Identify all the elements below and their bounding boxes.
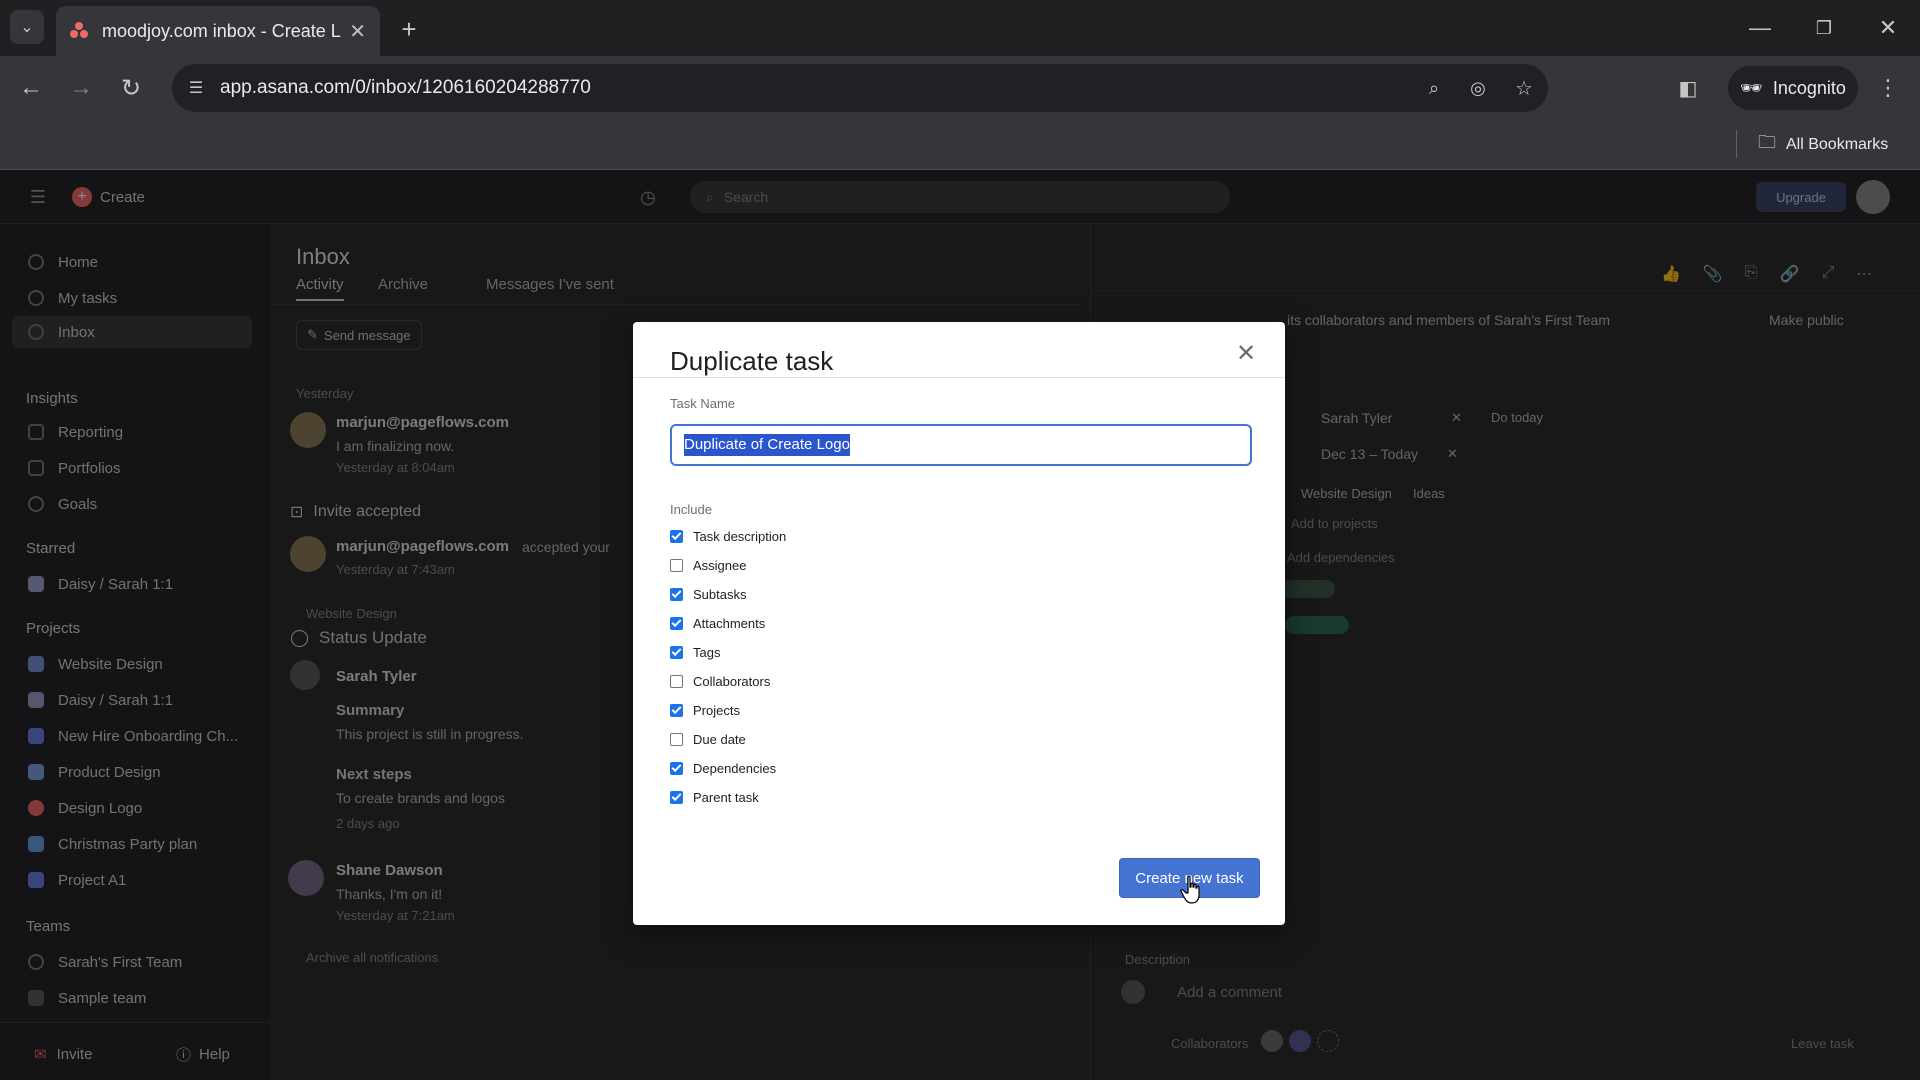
checkbox[interactable] <box>670 587 683 601</box>
url-text: app.asana.com/0/inbox/1206160204288770 <box>220 77 591 98</box>
restore-window-icon[interactable]: ❐ <box>1804 12 1844 44</box>
tracking-protection-icon[interactable]: ◎ <box>1466 76 1490 100</box>
bookmarks-bar: 🗀 All Bookmarks <box>0 120 1920 170</box>
address-bar[interactable]: ☰ app.asana.com/0/inbox/1206160204288770… <box>172 64 1548 112</box>
duplicate-task-dialog: Duplicate task ✕ Task Name Duplicate of … <box>633 322 1285 925</box>
option-parent-task[interactable]: Parent task <box>670 787 759 807</box>
task-name-label: Task Name <box>670 396 736 411</box>
dialog-divider <box>633 377 1285 378</box>
close-window-icon[interactable]: ✕ <box>1868 12 1908 44</box>
checkbox[interactable] <box>670 674 683 688</box>
checkbox[interactable] <box>670 616 683 630</box>
new-tab-button[interactable]: + <box>392 12 426 46</box>
mouse-pointer-icon <box>1180 875 1200 904</box>
incognito-badge[interactable]: 🕶 Incognito <box>1728 66 1858 110</box>
option-attachments[interactable]: Attachments <box>670 613 765 633</box>
checkbox[interactable] <box>670 529 683 543</box>
checkbox[interactable] <box>670 790 683 804</box>
dialog-title: Duplicate task <box>670 346 834 376</box>
minimize-icon[interactable]: — <box>1740 12 1780 44</box>
tab-close-icon[interactable]: ✕ <box>349 19 366 44</box>
option-collaborators[interactable]: Collaborators <box>670 671 770 691</box>
all-bookmarks-label: All Bookmarks <box>1786 136 1889 153</box>
include-label: Include <box>670 502 712 517</box>
checkbox[interactable] <box>670 558 683 572</box>
close-icon[interactable]: ✕ <box>1233 340 1259 367</box>
option-label: Dependencies <box>693 760 777 776</box>
option-label: Parent task <box>693 789 759 805</box>
option-due-date[interactable]: Due date <box>670 729 746 749</box>
bookmark-star-icon[interactable]: ☆ <box>1512 76 1536 100</box>
bookmarks-divider <box>1736 130 1737 158</box>
back-icon[interactable]: ← <box>12 68 50 108</box>
side-panel-icon[interactable]: ◧ <box>1670 70 1706 106</box>
folder-icon: 🗀 <box>1758 132 1776 152</box>
option-task-description[interactable]: Task description <box>670 526 786 546</box>
site-settings-icon[interactable]: ☰ <box>184 76 208 100</box>
option-label: Task description <box>693 528 787 544</box>
option-label: Projects <box>693 702 740 718</box>
checkbox[interactable] <box>670 645 683 659</box>
option-label: Collaborators <box>693 673 771 689</box>
option-label: Due date <box>693 731 746 747</box>
option-label: Assignee <box>693 557 747 573</box>
option-tags[interactable]: Tags <box>670 642 720 662</box>
checkbox[interactable] <box>670 703 683 717</box>
browser-tab-active[interactable]: moodjoy.com inbox - Create Lo ✕ <box>56 6 380 56</box>
reload-icon[interactable]: ↻ <box>112 68 150 108</box>
browser-menu-icon[interactable]: ⋮ <box>1872 70 1904 106</box>
incognito-label: Incognito <box>1772 77 1846 98</box>
option-label: Subtasks <box>693 586 747 602</box>
incognito-icon: 🕶 <box>1740 77 1763 98</box>
option-dependencies[interactable]: Dependencies <box>670 758 776 778</box>
option-assignee[interactable]: Assignee <box>670 555 746 575</box>
option-subtasks[interactable]: Subtasks <box>670 584 746 604</box>
option-projects[interactable]: Projects <box>670 700 740 720</box>
forward-icon[interactable]: → <box>62 68 100 108</box>
task-name-input[interactable]: Duplicate of Create Logo <box>670 424 1252 466</box>
checkbox[interactable] <box>670 732 683 746</box>
browser-tab-strip: ⌄ moodjoy.com inbox - Create Lo ✕ + — ❐ … <box>0 0 1920 56</box>
tab-search-button[interactable]: ⌄ <box>10 10 44 44</box>
asana-favicon-icon <box>70 22 88 40</box>
option-label: Tags <box>693 644 721 660</box>
all-bookmarks-button[interactable]: 🗀 All Bookmarks <box>1758 130 1888 160</box>
zoom-icon[interactable]: ⌕ <box>1422 76 1446 100</box>
browser-toolbar: ← → ↻ ☰ app.asana.com/0/inbox/1206160204… <box>0 56 1920 120</box>
checkbox[interactable] <box>670 761 683 775</box>
option-label: Attachments <box>693 615 766 631</box>
task-name-value: Duplicate of Create Logo <box>684 434 850 456</box>
tab-title: moodjoy.com inbox - Create Lo <box>102 20 342 41</box>
